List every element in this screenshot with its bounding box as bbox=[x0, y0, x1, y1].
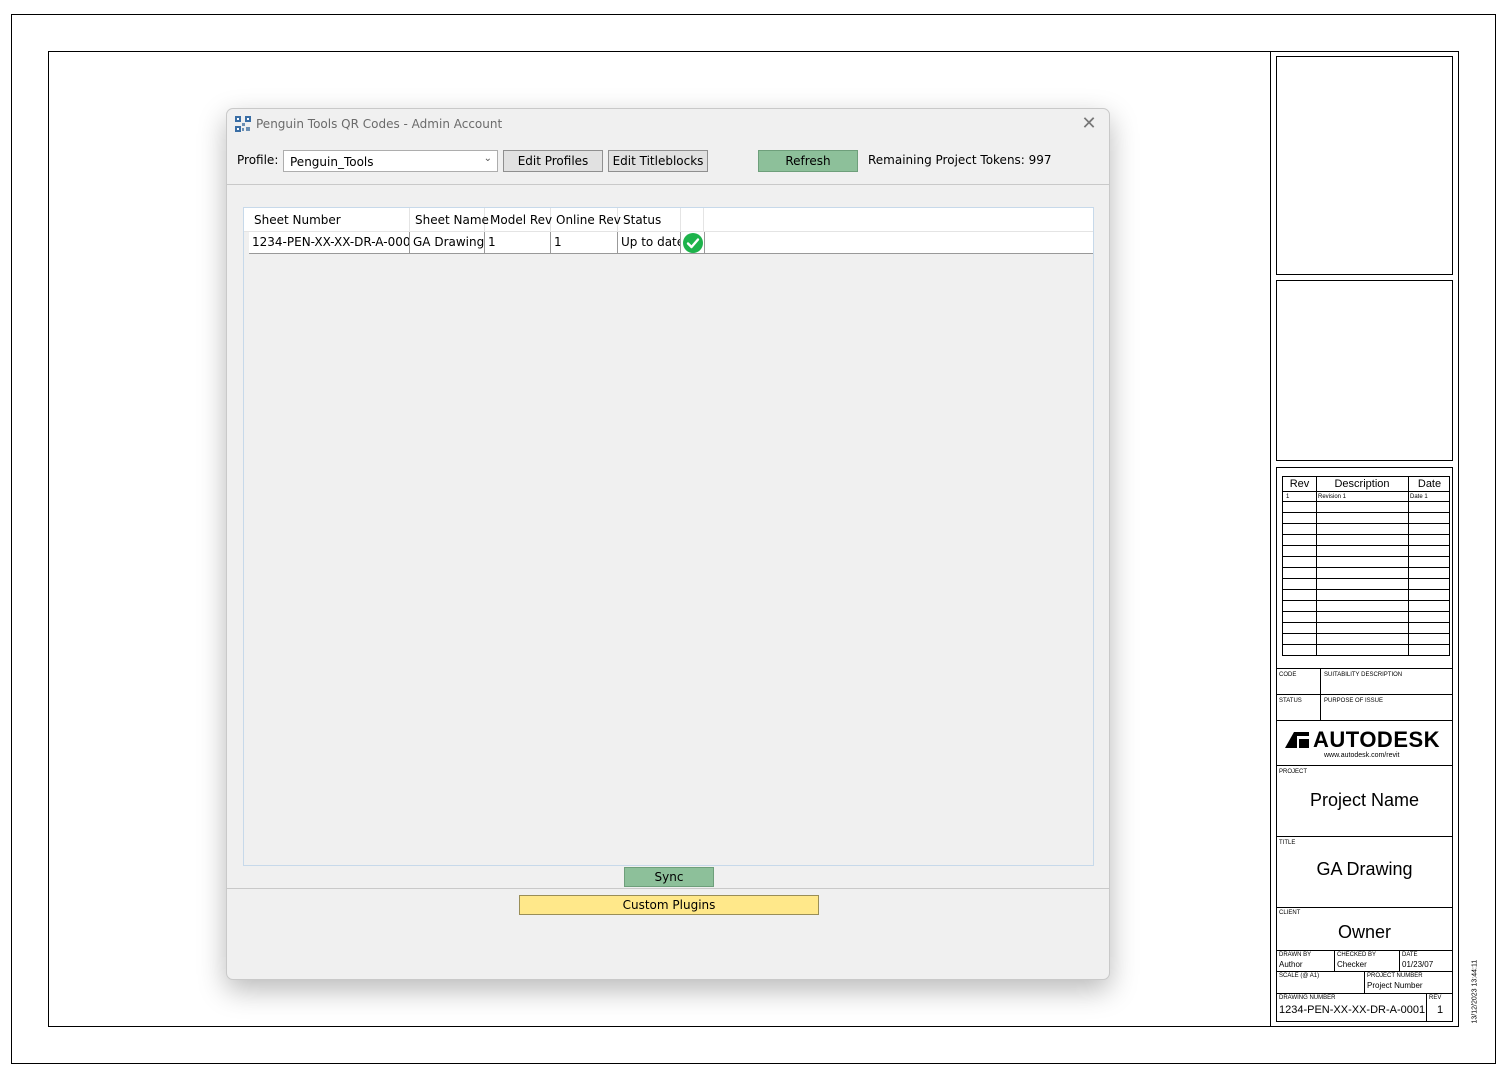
qr-codes-dialog: Penguin Tools QR Codes - Admin Account ✕… bbox=[226, 108, 1110, 980]
refresh-button[interactable]: Refresh bbox=[758, 150, 858, 172]
revision-table: Rev Description Date 1 Revision 1 Date 1 bbox=[1282, 476, 1450, 656]
date-value: 01/23/07 bbox=[1402, 960, 1434, 969]
col-model-rev[interactable]: Model Rev bbox=[485, 208, 552, 232]
description-header: Description bbox=[1334, 478, 1390, 490]
rev-header: Rev bbox=[1289, 478, 1310, 490]
cell-status: Up to date bbox=[618, 232, 681, 254]
client-label: CLIENT bbox=[1279, 910, 1301, 916]
drawing-number-value: 1234-PEN-XX-XX-DR-A-0001 bbox=[1279, 1004, 1426, 1016]
profile-select-value: Penguin_Tools bbox=[290, 155, 374, 169]
col-status[interactable]: Status bbox=[618, 208, 681, 232]
rev-row-1-description: Revision 1 bbox=[1318, 494, 1347, 500]
cell-sheet-number: 1234-PEN-XX-XX-DR-A-0001 bbox=[249, 232, 410, 254]
drawn-by-label: DRAWN BY bbox=[1279, 952, 1312, 958]
drawn-by-value: Author bbox=[1279, 960, 1303, 969]
col-online-rev[interactable]: Online Rev bbox=[551, 208, 621, 232]
drawing-number-label: DRAWING NUMBER bbox=[1279, 995, 1336, 1001]
project-number-label: PROJECT NUMBER bbox=[1367, 973, 1423, 979]
rev-row-1-rev: 1 bbox=[1286, 494, 1290, 500]
project-label: PROJECT bbox=[1279, 769, 1308, 775]
check-circle-icon bbox=[683, 233, 703, 253]
code-label: CODE bbox=[1279, 672, 1297, 678]
cell-model-rev: 1 bbox=[485, 232, 551, 254]
date-label: DATE bbox=[1402, 952, 1418, 958]
custom-plugins-button[interactable]: Custom Plugins bbox=[519, 895, 819, 915]
close-icon[interactable]: ✕ bbox=[1079, 113, 1099, 133]
col-sheet-number[interactable]: Sheet Number bbox=[249, 208, 410, 232]
cell-sheet-name: GA Drawing bbox=[410, 232, 485, 254]
grid-header: Sheet Number Sheet Name Model Rev Online… bbox=[244, 208, 1093, 232]
purpose-label: PURPOSE OF ISSUE bbox=[1324, 698, 1384, 704]
sync-button[interactable]: Sync bbox=[624, 867, 714, 887]
checked-by-value: Checker bbox=[1337, 960, 1367, 969]
drawing-sheet: Rev Description Date 1 Revision 1 Date 1… bbox=[0, 0, 1506, 1072]
profile-select[interactable]: Penguin_Tools ⌄ bbox=[283, 150, 498, 172]
titleblock-box-middle bbox=[1276, 280, 1453, 461]
rev-row-1-date: Date 1 bbox=[1410, 494, 1428, 500]
col-sheet-name[interactable]: Sheet Name bbox=[410, 208, 489, 232]
title-value: GA Drawing bbox=[1316, 859, 1413, 879]
scale-label: SCALE (@ A1) bbox=[1279, 973, 1320, 979]
autodesk-logo-icon bbox=[1285, 732, 1309, 748]
side-timestamp: 13/12/2023 13:44:11 bbox=[1471, 959, 1479, 1024]
remaining-tokens-label: Remaining Project Tokens: 997 bbox=[868, 153, 1052, 167]
edit-profiles-button[interactable]: Edit Profiles bbox=[503, 150, 603, 172]
edit-titleblocks-button[interactable]: Edit Titleblocks bbox=[608, 150, 708, 172]
dialog-title: Penguin Tools QR Codes - Admin Account bbox=[256, 117, 503, 131]
rev-value: 1 bbox=[1437, 1004, 1444, 1016]
qr-code-icon bbox=[235, 116, 251, 132]
cell-online-rev: 1 bbox=[551, 232, 618, 254]
project-name: Project Name bbox=[1309, 790, 1420, 810]
date-header: Date bbox=[1417, 478, 1442, 490]
autodesk-url: www.autodesk.com/revit bbox=[1324, 752, 1400, 759]
titleblock-divider bbox=[1270, 51, 1271, 1027]
title-label: TITLE bbox=[1279, 840, 1296, 846]
col-status-icon bbox=[681, 208, 704, 232]
table-row[interactable]: 1234-PEN-XX-XX-DR-A-0001 GA Drawing 1 1 … bbox=[249, 232, 1093, 254]
client-value: Owner bbox=[1337, 922, 1391, 942]
chevron-down-icon: ⌄ bbox=[483, 153, 492, 164]
titleblock-box-top bbox=[1276, 56, 1453, 275]
sheets-grid: Sheet Number Sheet Name Model Rev Online… bbox=[243, 207, 1094, 866]
autodesk-logo-text: AUTODESK bbox=[1313, 727, 1441, 752]
rev-label: REV bbox=[1429, 995, 1442, 1001]
status-label: STATUS bbox=[1279, 698, 1302, 704]
profile-label: Profile: bbox=[237, 153, 279, 167]
checked-by-label: CHECKED BY bbox=[1337, 952, 1377, 958]
suitability-label: SUITABILITY DESCRIPTION bbox=[1324, 672, 1403, 678]
project-number-value: Project Number bbox=[1367, 981, 1423, 990]
